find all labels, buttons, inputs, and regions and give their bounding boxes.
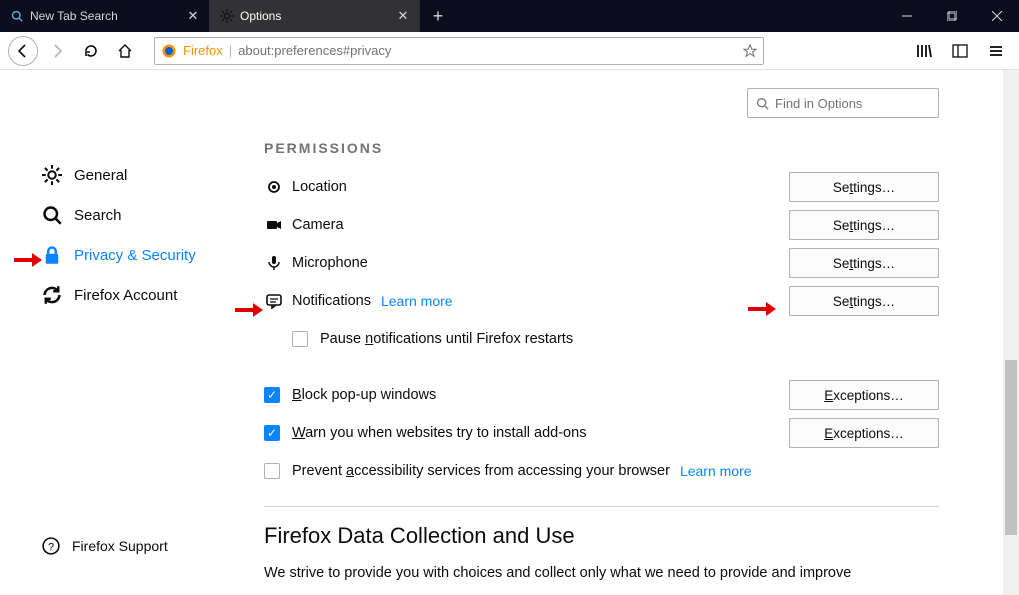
permission-row-location: Location Settings…: [264, 168, 939, 206]
permissions-section: PERMISSIONS Location Settings… Camera Se…: [264, 140, 939, 583]
checkbox-prevent-a11y[interactable]: [264, 463, 280, 479]
tab-label: Options: [240, 9, 389, 23]
checkbox-label: Block pop-up windows: [292, 387, 789, 403]
checkbox-label: Prevent accessibility services from acce…: [292, 463, 670, 479]
reload-button[interactable]: [76, 36, 106, 66]
location-icon: [264, 179, 284, 195]
library-button[interactable]: [909, 36, 939, 66]
main-pane: Find in Options PERMISSIONS Location Set…: [224, 70, 1019, 595]
window-close[interactable]: [974, 0, 1019, 32]
sidebar-item-label: General: [74, 167, 127, 184]
data-collection-heading: Firefox Data Collection and Use: [264, 523, 939, 549]
checkbox-block-popups[interactable]: ✓: [264, 387, 280, 403]
warn-addons-row: ✓ Warn you when websites try to install …: [264, 414, 939, 452]
permission-label: Microphone: [292, 255, 789, 271]
menu-button[interactable]: [981, 36, 1011, 66]
home-button[interactable]: [110, 36, 140, 66]
find-in-options[interactable]: Find in Options: [747, 88, 939, 118]
permission-row-notifications: Notifications Learn more Settings…: [264, 282, 939, 320]
bookmark-star-icon[interactable]: [743, 44, 757, 58]
pause-notifications-row: Pause notifications until Firefox restar…: [292, 320, 939, 358]
identity-label: Firefox: [183, 43, 223, 58]
sidebar-item-sync[interactable]: Firefox Account: [0, 275, 224, 315]
forward-button[interactable]: [42, 36, 72, 66]
lock-icon: [42, 245, 62, 265]
window-minimize[interactable]: [884, 0, 929, 32]
close-icon[interactable]: ✕: [185, 8, 201, 24]
window-maximize[interactable]: [929, 0, 974, 32]
new-tab-button[interactable]: +: [420, 0, 456, 32]
settings-button-camera[interactable]: Settings…: [789, 210, 939, 240]
checkbox-warn-addons[interactable]: ✓: [264, 425, 280, 441]
sidebar-item-label: Privacy & Security: [74, 247, 196, 264]
checkbox-pause-notifications[interactable]: [292, 331, 308, 347]
sidebar-footer-label: Firefox Support: [72, 538, 168, 554]
settings-button-location[interactable]: Settings…: [789, 172, 939, 202]
back-button[interactable]: [8, 36, 38, 66]
permission-label: Location: [292, 179, 789, 195]
checkbox-label: Warn you when websites try to install ad…: [292, 425, 789, 441]
close-icon[interactable]: ✕: [395, 8, 411, 24]
search-icon: [10, 9, 24, 23]
sidebar-item-label: Search: [74, 207, 122, 224]
microphone-icon: [264, 255, 284, 271]
learn-more-link[interactable]: Learn more: [680, 463, 752, 479]
permission-label: Camera: [292, 217, 789, 233]
data-collection-text: We strive to provide you with choices an…: [264, 563, 939, 583]
prevent-a11y-row: Prevent accessibility services from acce…: [264, 452, 939, 490]
divider: |: [229, 43, 232, 58]
learn-more-link[interactable]: Learn more: [381, 293, 453, 309]
titlebar: New Tab Search ✕ Options ✕ +: [0, 0, 1019, 32]
find-placeholder: Find in Options: [775, 96, 862, 111]
sidebar-item-general[interactable]: General: [0, 155, 224, 195]
block-popups-row: ✓ Block pop-up windows Exceptions…: [264, 376, 939, 414]
vertical-scrollbar[interactable]: [1003, 70, 1019, 595]
settings-button-microphone[interactable]: Settings…: [789, 248, 939, 278]
sidebar-item-search[interactable]: Search: [0, 195, 224, 235]
url-text: about:preferences#privacy: [238, 43, 737, 58]
permission-label: Notifications: [292, 293, 371, 309]
divider: [264, 506, 939, 507]
exceptions-button-addons[interactable]: Exceptions…: [789, 418, 939, 448]
exceptions-button-popups[interactable]: Exceptions…: [789, 380, 939, 410]
urlbar[interactable]: Firefox | about:preferences#privacy: [154, 37, 764, 65]
checkbox-label: Pause notifications until Firefox restar…: [320, 331, 573, 347]
search-icon: [42, 205, 62, 225]
sidebar-item-privacy[interactable]: Privacy & Security: [0, 235, 224, 275]
tab-options[interactable]: Options ✕: [210, 0, 420, 32]
settings-button-notifications[interactable]: Settings…: [789, 286, 939, 316]
tab-label: New Tab Search: [30, 9, 179, 23]
sidebar-item-label: Firefox Account: [74, 287, 177, 304]
gear-icon: [42, 165, 62, 185]
permission-row-camera: Camera Settings…: [264, 206, 939, 244]
sync-icon: [42, 285, 62, 305]
search-icon: [756, 97, 769, 110]
notification-icon: [264, 293, 284, 309]
content: General Search Privacy & Security Firefo…: [0, 70, 1019, 595]
category-sidebar: General Search Privacy & Security Firefo…: [0, 70, 224, 595]
help-icon: ?: [42, 537, 60, 555]
permission-row-microphone: Microphone Settings…: [264, 244, 939, 282]
camera-icon: [264, 217, 284, 233]
permissions-header: PERMISSIONS: [264, 140, 939, 160]
svg-text:?: ?: [48, 542, 54, 554]
sidebar-button[interactable]: [945, 36, 975, 66]
navbar: Firefox | about:preferences#privacy: [0, 32, 1019, 70]
gear-icon: [220, 9, 234, 23]
firefox-icon: [161, 43, 177, 59]
tab-new-tab-search[interactable]: New Tab Search ✕: [0, 0, 210, 32]
sidebar-footer-support[interactable]: ? Firefox Support: [0, 527, 168, 565]
scrollbar-thumb[interactable]: [1005, 360, 1017, 535]
